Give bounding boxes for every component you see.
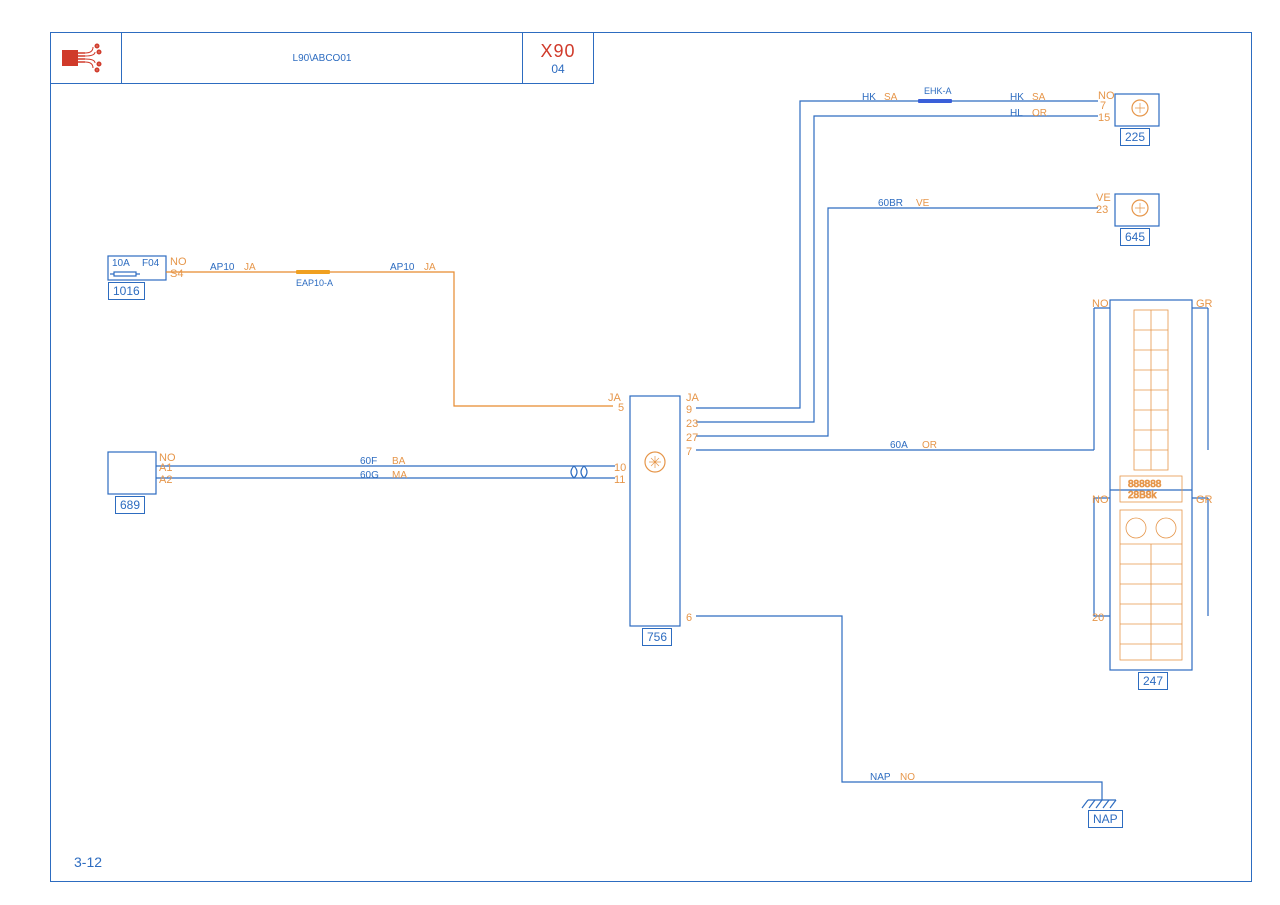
wl-hk1-c: SA (884, 92, 897, 103)
ground-id: NAP (1088, 810, 1123, 828)
fuse-rating: 10A (112, 258, 130, 269)
wl-60g-c: MA (392, 470, 407, 481)
c689-pin-a2: A2 (159, 474, 172, 486)
splice-eap10-label: EAP10-A (296, 278, 333, 288)
c645-pin: 23 (1096, 204, 1108, 216)
wl-60f-c: BA (392, 456, 405, 467)
wl-60br-s: 60BR (878, 198, 903, 209)
comp-756-id: 756 (642, 628, 672, 646)
splice-ehk-label: EHK-A (924, 86, 952, 96)
c756-l11: 11 (614, 474, 625, 486)
splice-eap10 (296, 270, 330, 274)
c225-p15: 15 (1098, 112, 1110, 124)
c756-r23: 23 (686, 418, 698, 430)
c756-r7: 7 (686, 446, 692, 458)
c247-bl: NO (1092, 494, 1109, 506)
c247-tr: GR (1196, 298, 1213, 310)
comp-645-id: 645 (1120, 228, 1150, 246)
splice-ehk (918, 99, 952, 103)
comp-247-id: 247 (1138, 672, 1168, 690)
wl-hk1-s: HK (862, 92, 876, 103)
wl-hl-s: HL (1010, 108, 1023, 119)
c689-pin-a1: A1 (159, 462, 172, 474)
wl-60a-c: OR (922, 440, 937, 451)
c247-tl: NO (1092, 298, 1109, 310)
wl-ap10-2s: AP10 (390, 262, 414, 273)
wl-ap10-1c: JA (244, 262, 256, 273)
wiring-layer: 888888 28B8k (0, 0, 1280, 905)
wl-nap-s: NAP (870, 772, 891, 783)
c645-sig: VE (1096, 192, 1111, 204)
c756-r27: 27 (686, 432, 698, 444)
wl-60g-s: 60G (360, 470, 379, 481)
wl-nap-c: NO (900, 772, 915, 783)
wl-ap10-1s: AP10 (210, 262, 234, 273)
svg-text:888888: 888888 (1128, 479, 1162, 490)
page-number: 3-12 (74, 854, 102, 870)
c1016-pin: S4 (170, 268, 183, 280)
wl-hk2-s: HK (1010, 92, 1024, 103)
c225-p7: 7 (1100, 100, 1106, 112)
comp-225-id: 225 (1120, 128, 1150, 146)
wl-hk2-c: SA (1032, 92, 1045, 103)
wl-60br-c: VE (916, 198, 929, 209)
wl-60f-s: 60F (360, 456, 377, 467)
c756-l5: 5 (618, 402, 624, 414)
wl-ap10-2c: JA (424, 262, 436, 273)
c1016-conn: NO (170, 256, 187, 268)
wl-hl-c: OR (1032, 108, 1047, 119)
svg-text:28B8k: 28B8k (1128, 490, 1157, 501)
comp-1016-id: 1016 (108, 282, 145, 300)
c756-r9: 9 (686, 404, 692, 416)
c756-r6: 6 (686, 612, 692, 624)
c247-p20: 20 (1092, 612, 1104, 624)
wiring-diagram-page: L90\ABCO01 X90 04 (0, 0, 1280, 905)
wl-60a-s: 60A (890, 440, 908, 451)
c756-l10: 10 (614, 462, 626, 474)
comp-689-id: 689 (115, 496, 145, 514)
fuse-slot: F04 (142, 258, 159, 269)
c247-br: GR (1196, 494, 1213, 506)
c756-rconn: JA (686, 392, 699, 404)
